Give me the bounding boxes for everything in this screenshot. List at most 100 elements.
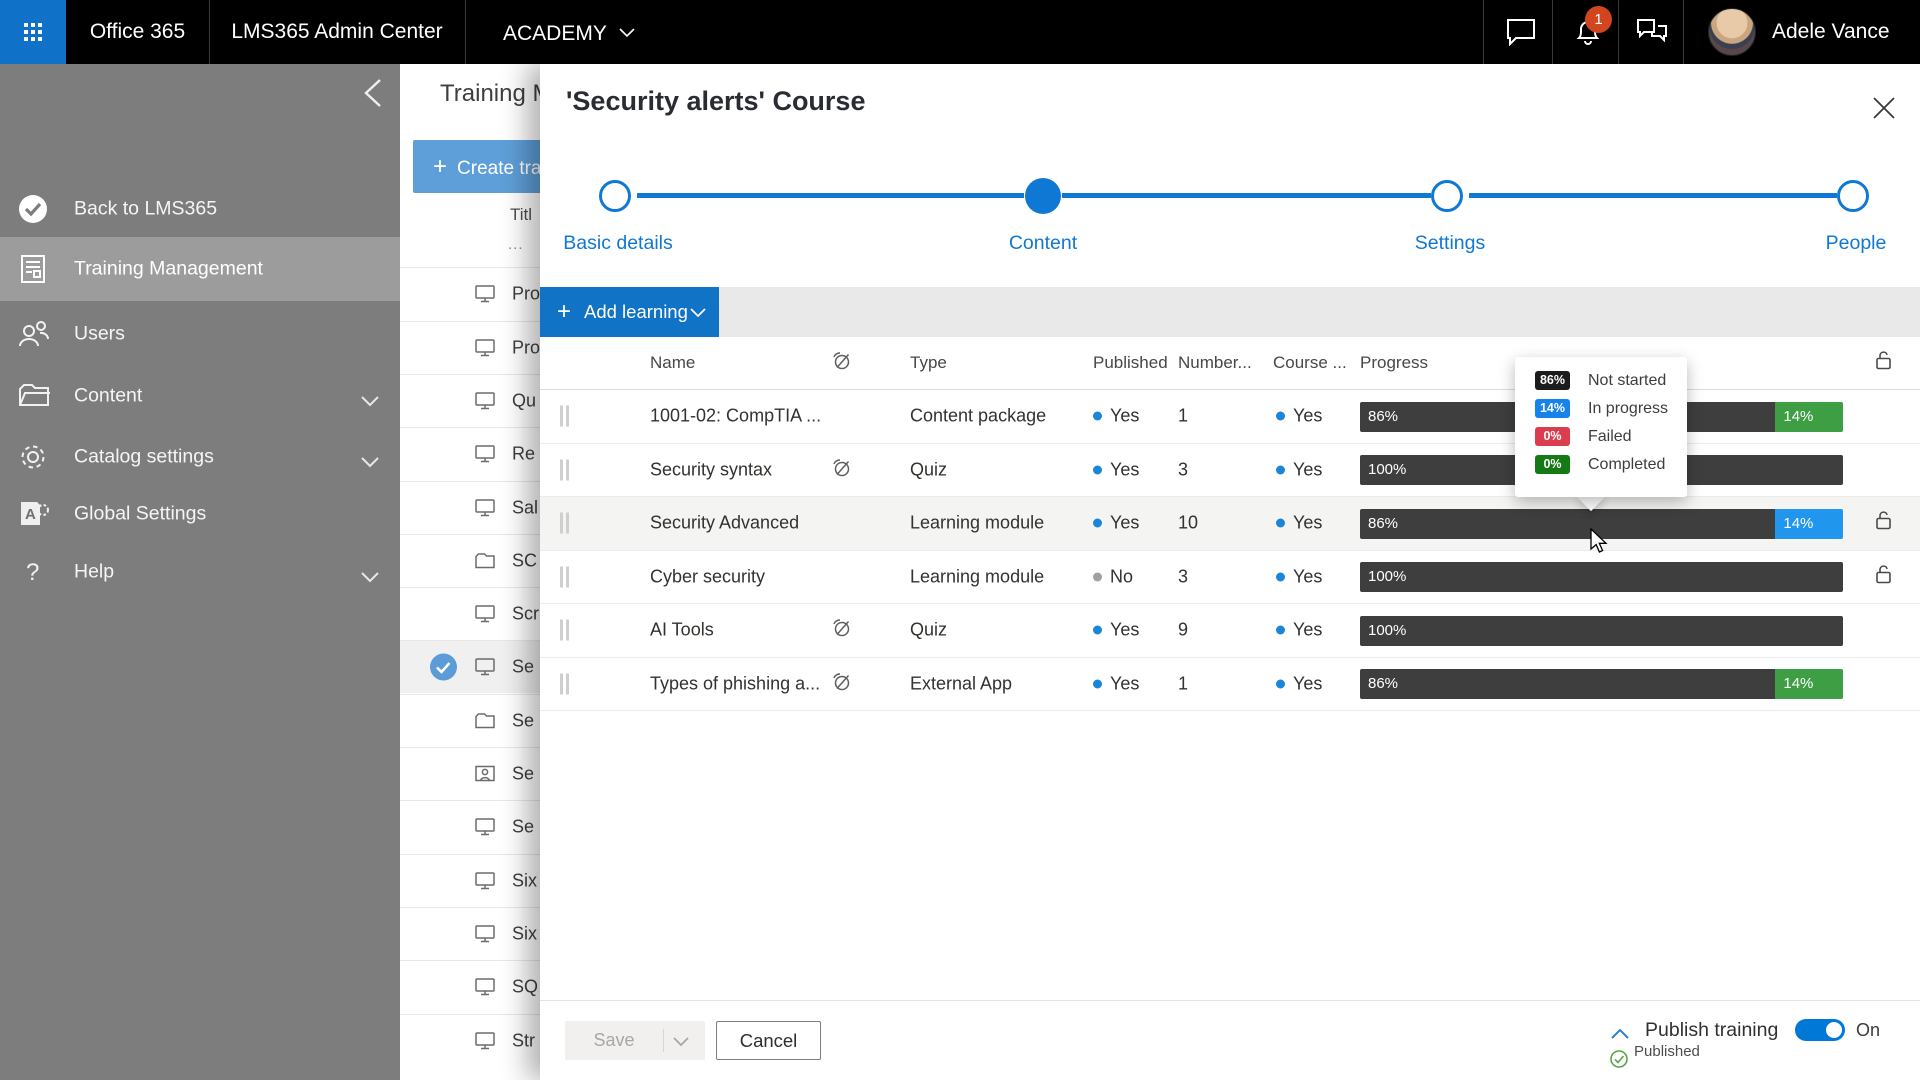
sidebar-item-users[interactable]: Users: [0, 302, 400, 366]
learning-item-row[interactable]: Security syntaxQuizYes3Yes100%: [540, 444, 1920, 498]
training-list-row[interactable]: Qu: [400, 374, 540, 427]
screen: Office 365 LMS365 Admin Center ACADEMY 1…: [0, 0, 1920, 1080]
drag-handle-icon[interactable]: [560, 459, 569, 480]
training-list-row[interactable]: Scr: [400, 587, 540, 640]
chevron-up-icon[interactable]: [1610, 1027, 1630, 1045]
step-label-settings[interactable]: Settings: [1340, 232, 1560, 255]
step-circle-basic-details[interactable]: [599, 180, 631, 212]
sidebar-item-content[interactable]: Content: [0, 364, 400, 428]
close-icon[interactable]: [1866, 90, 1902, 126]
column-course[interactable]: Course ...: [1273, 353, 1347, 373]
learning-item-row[interactable]: Security AdvancedLearning moduleYes10Yes…: [540, 497, 1920, 551]
training-list-row[interactable]: Pro: [400, 267, 540, 320]
add-learning-item-button[interactable]: + Add learning item: [540, 287, 719, 337]
translate-icon: A: [18, 499, 48, 529]
training-list-row[interactable]: SQ: [400, 960, 540, 1013]
step-label-content[interactable]: Content: [933, 232, 1153, 255]
column-name[interactable]: Name: [650, 353, 695, 373]
admin-center-link[interactable]: LMS365 Admin Center: [209, 0, 465, 64]
progress-bar[interactable]: 86%14%: [1360, 669, 1843, 699]
training-list-row[interactable]: Re: [400, 427, 540, 480]
office-365-link[interactable]: Office 365: [66, 0, 209, 64]
sidebar-collapse-icon[interactable]: [360, 78, 388, 108]
chevron-down-icon[interactable]: [673, 1037, 689, 1047]
lock-open-icon[interactable]: [1874, 350, 1894, 377]
step-label-basic-details[interactable]: Basic details: [508, 232, 728, 255]
sidebar-item-training-management[interactable]: Training Management: [0, 237, 400, 301]
item-type: Learning module: [910, 566, 1044, 587]
drag-handle-icon[interactable]: [560, 620, 569, 641]
dialog-footer: Save Cancel Publish training On Publishe…: [540, 1000, 1920, 1080]
globe-disconnected-icon[interactable]: [832, 351, 851, 375]
training-list-row[interactable]: Se: [400, 800, 540, 853]
published-dot: [1093, 626, 1102, 635]
lock-open-icon[interactable]: [1874, 563, 1894, 590]
sidebar-item-catalog-settings[interactable]: Catalog settings: [0, 425, 400, 489]
number-value: 3: [1178, 566, 1188, 587]
sidebar-item-label: Global Settings: [74, 503, 206, 526]
stepper-line: [637, 193, 1024, 198]
feedback-icon[interactable]: [1636, 18, 1666, 46]
learning-item-row[interactable]: Types of phishing a...External AppYes1Ye…: [540, 658, 1920, 712]
learning-item-row[interactable]: AI ToolsQuizYes9Yes100%: [540, 604, 1920, 658]
monitor-icon: [475, 392, 495, 410]
progress-segment-dark: 86%: [1360, 509, 1775, 539]
tooltip-label: Completed: [1588, 455, 1665, 474]
app-launcher-icon[interactable]: [0, 0, 66, 64]
progress-segment-dark: 100%: [1360, 562, 1843, 592]
user-avatar[interactable]: [1708, 8, 1756, 56]
training-list-row[interactable]: Se: [400, 747, 540, 800]
sidebar-item-global-settings[interactable]: A Global Settings: [0, 482, 400, 546]
number-value: 10: [1178, 513, 1198, 534]
sidebar-item-help[interactable]: ? Help: [0, 540, 400, 604]
drag-handle-icon[interactable]: [560, 566, 569, 587]
progress-bar[interactable]: 100%: [1360, 562, 1843, 592]
drag-handle-icon[interactable]: [560, 673, 569, 694]
column-number[interactable]: Number...: [1178, 353, 1252, 373]
column-progress[interactable]: Progress: [1360, 353, 1428, 373]
sidebar-item-label: Catalog settings: [74, 446, 214, 469]
published-dot: [1093, 465, 1102, 474]
learning-item-row[interactable]: Cyber securityLearning moduleNo3Yes100%: [540, 551, 1920, 605]
training-title: Qu: [512, 390, 536, 411]
drag-handle-icon[interactable]: [560, 513, 569, 534]
publish-toggle[interactable]: [1795, 1019, 1845, 1041]
sidebar-item-back-to-lms365[interactable]: Back to LMS365: [0, 177, 400, 241]
item-type: External App: [910, 673, 1012, 694]
drag-handle-icon[interactable]: [560, 406, 569, 427]
training-list-row[interactable]: SC: [400, 534, 540, 587]
training-list-row[interactable]: Sal: [400, 481, 540, 534]
training-list-row[interactable]: Six: [400, 854, 540, 907]
user-name[interactable]: Adele Vance: [1772, 0, 1890, 64]
course-dot: [1276, 519, 1285, 528]
column-published[interactable]: Published: [1093, 353, 1168, 373]
step-circle-settings[interactable]: [1431, 180, 1463, 212]
chat-icon[interactable]: [1506, 18, 1536, 46]
column-header-title[interactable]: Titl: [510, 205, 532, 225]
step-circle-people[interactable]: [1837, 180, 1869, 212]
sidebar-item-label: Back to LMS365: [74, 198, 217, 221]
training-list-row[interactable]: Se: [400, 640, 540, 693]
column-type[interactable]: Type: [910, 353, 947, 373]
course-value: Yes: [1293, 513, 1322, 534]
training-list-row[interactable]: Pro: [400, 321, 540, 374]
create-training-label: Create tra: [457, 158, 540, 179]
lock-open-icon[interactable]: [1874, 510, 1894, 537]
cancel-button[interactable]: Cancel: [716, 1021, 821, 1060]
progress-bar[interactable]: 86%14%: [1360, 509, 1843, 539]
training-list-row[interactable]: Se: [400, 694, 540, 747]
progress-bar[interactable]: 100%: [1360, 616, 1843, 646]
step-circle-content[interactable]: [1025, 178, 1061, 214]
learning-item-row[interactable]: 1001-02: CompTIA ...Content packageYes1Y…: [540, 390, 1920, 444]
save-button[interactable]: Save: [565, 1021, 705, 1060]
save-label: Save: [565, 1021, 663, 1060]
tenant-dropdown[interactable]: ACADEMY: [503, 0, 635, 64]
create-training-button[interactable]: +Create tra: [413, 140, 540, 193]
item-type: Content package: [910, 406, 1046, 427]
step-label-people[interactable]: People: [1746, 232, 1920, 255]
training-title: Se: [512, 710, 534, 731]
number-value: 9: [1178, 620, 1188, 641]
training-list-row[interactable]: Six: [400, 907, 540, 960]
published-value: Yes: [1110, 406, 1139, 427]
training-list-row[interactable]: Str: [400, 1014, 540, 1067]
